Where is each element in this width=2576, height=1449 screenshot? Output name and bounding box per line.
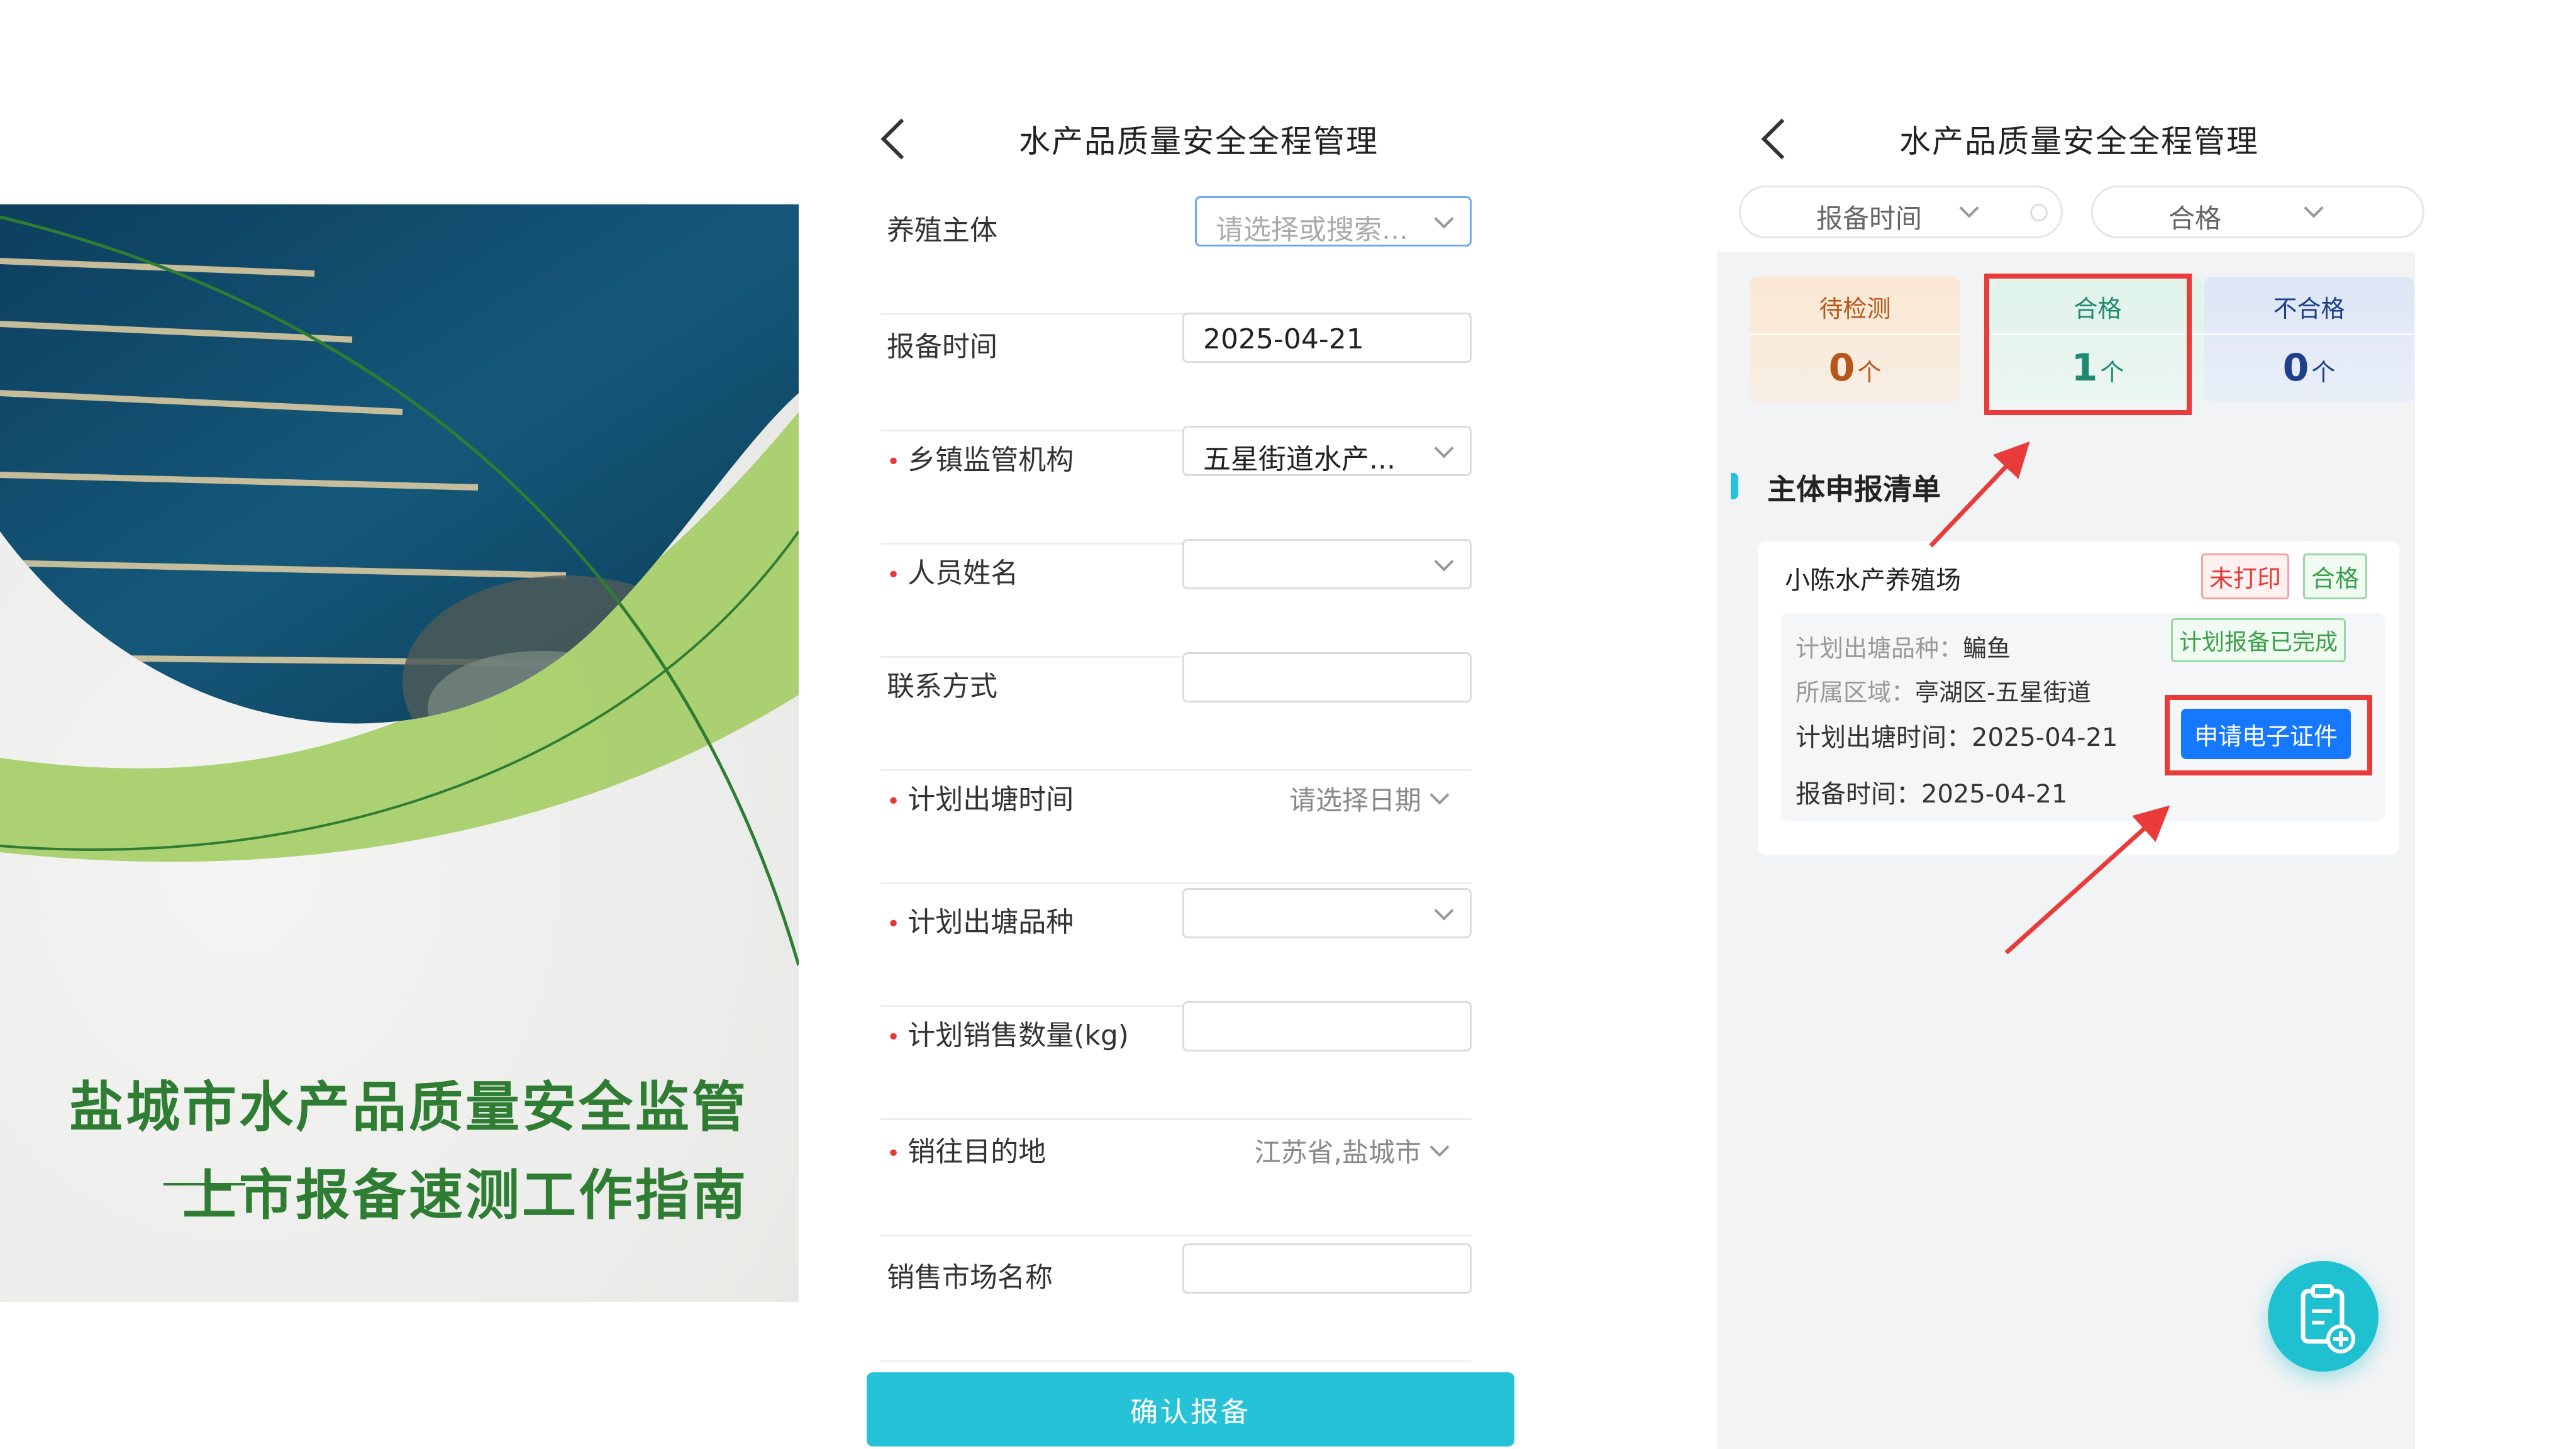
arrow-to-apply [2004, 805, 2170, 955]
add-record-fab[interactable] [2268, 1261, 2379, 1372]
clipboard-add-icon [2301, 1284, 2355, 1353]
arrow-to-qualified [1929, 441, 2030, 548]
annotation-arrows [1929, 441, 2170, 955]
